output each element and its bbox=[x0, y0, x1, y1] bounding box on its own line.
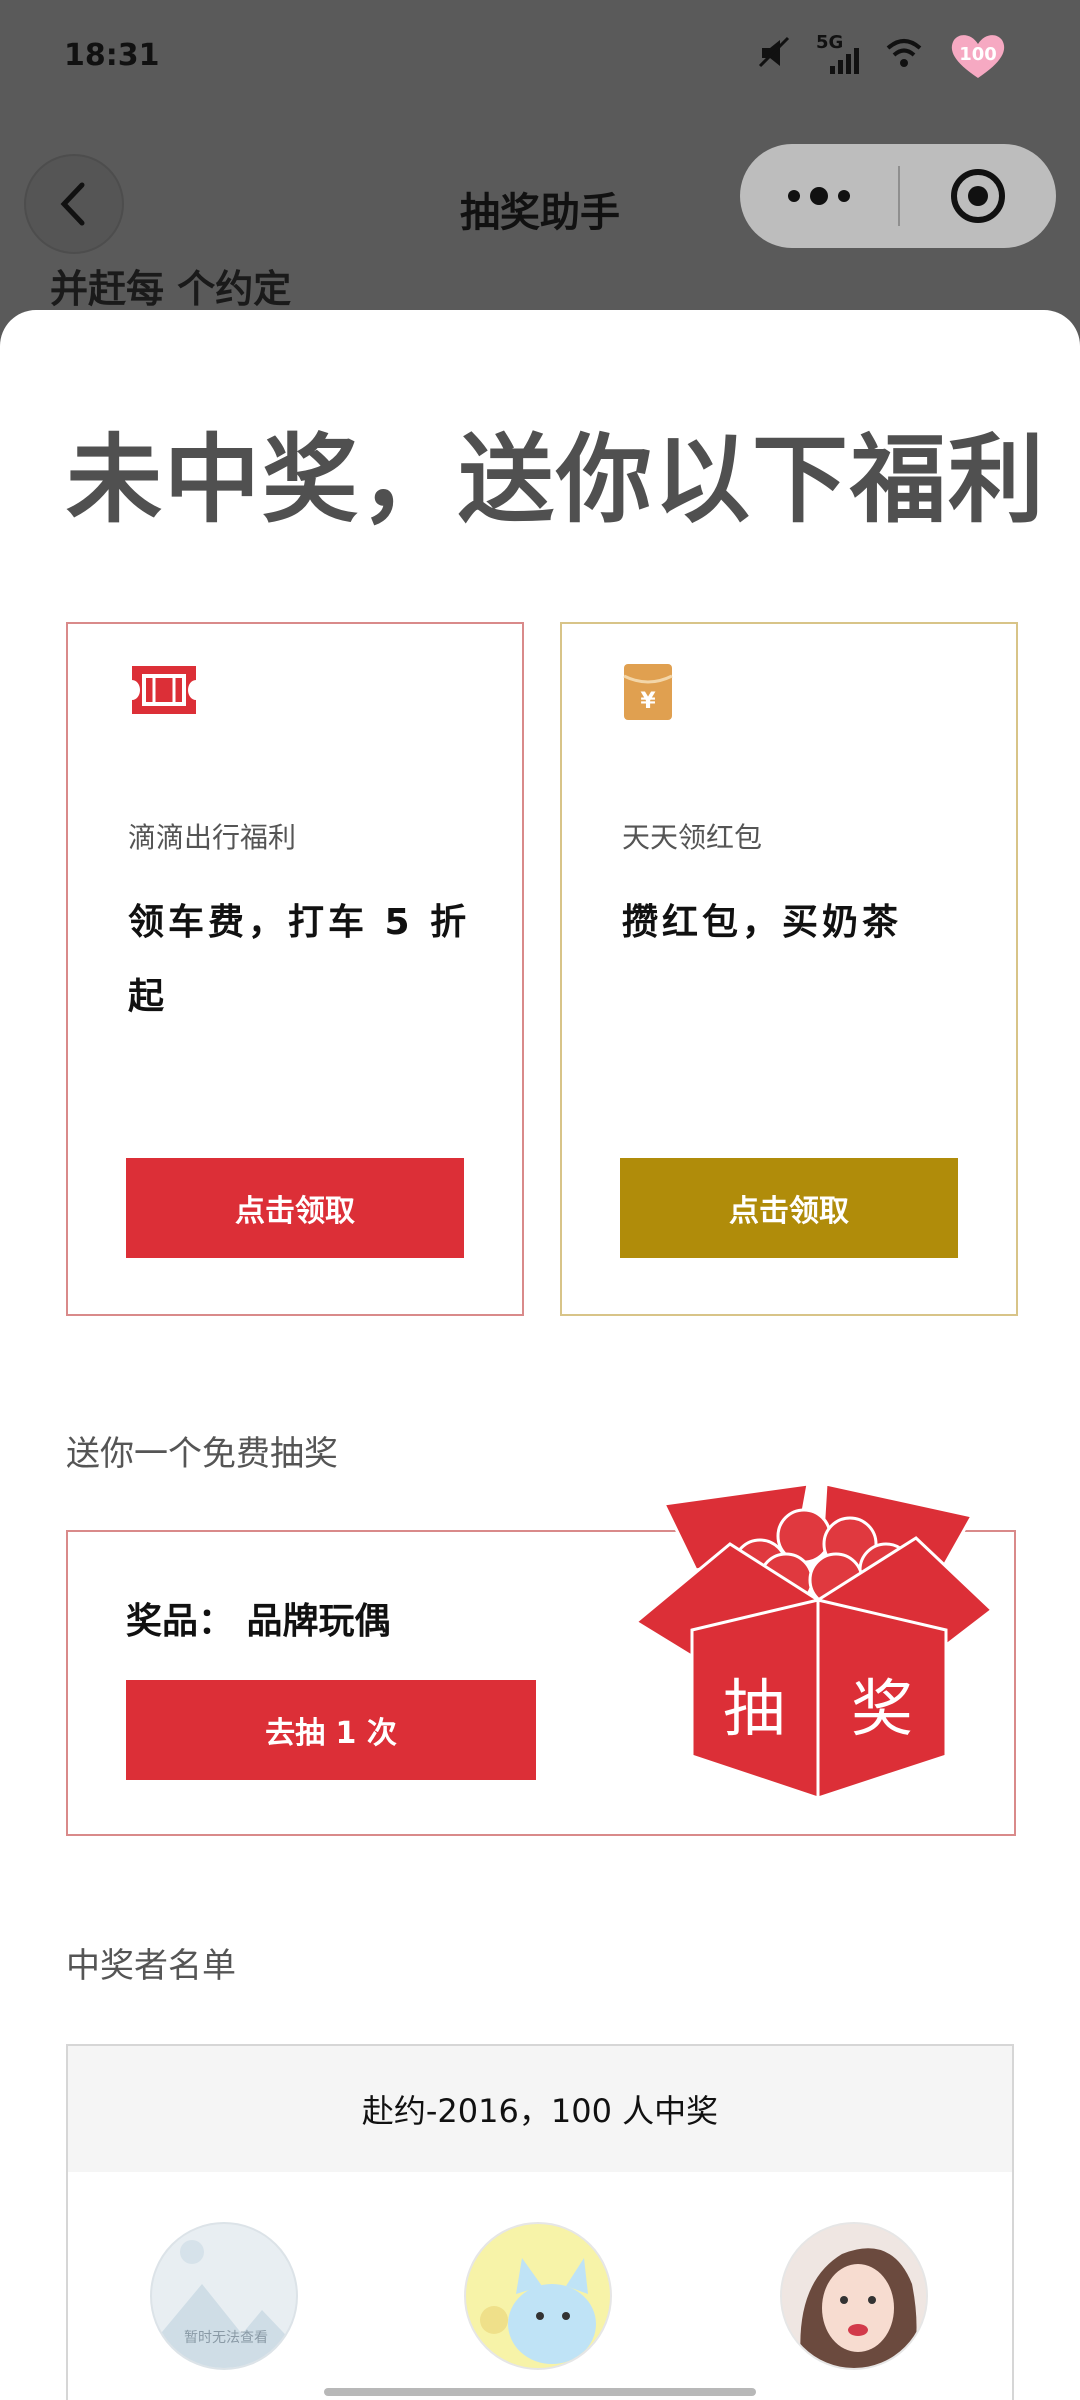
battery-icon: 100 bbox=[946, 30, 1010, 82]
winners-list-card: 赴约-2016，100 人中奖 暂时无法查看 bbox=[66, 2044, 1014, 2400]
more-button[interactable] bbox=[740, 144, 898, 248]
avatar-placeholder-text: 暂时无法查看 bbox=[184, 2330, 268, 2346]
winners-label: 中奖者名单 bbox=[66, 1946, 236, 1986]
background-peek-text: 并赶每 个约定 bbox=[50, 267, 292, 311]
claim-button[interactable]: 点击领取 bbox=[126, 1158, 464, 1258]
avatar-cat[interactable] bbox=[464, 2222, 612, 2370]
mute-icon bbox=[758, 36, 794, 77]
avatar-placeholder[interactable]: 暂时无法查看 bbox=[150, 2222, 298, 2370]
prize-text: 奖品： 品牌玩偶 bbox=[126, 1601, 391, 1642]
winners-header: 赴约-2016，100 人中奖 bbox=[68, 2046, 1012, 2172]
box-text-right: 奖 bbox=[851, 1672, 913, 1745]
home-indicator[interactable] bbox=[324, 2388, 756, 2396]
red-packet-icon: ¥ bbox=[622, 662, 674, 726]
nav-bar: 抽奖助手 bbox=[0, 120, 1080, 280]
result-sheet: 未中奖，送你以下福利 滴滴出行福利 领车费，打车 5 折起 点击领取 ¥ 天天领… bbox=[0, 310, 1080, 2400]
box-text-left: 抽 bbox=[723, 1672, 785, 1745]
card-offer-text: 攒红包，买奶茶 bbox=[622, 902, 903, 943]
close-mini-program-button[interactable] bbox=[900, 144, 1056, 248]
status-bar: 18:31 5G 100 bbox=[0, 0, 1080, 120]
claim-button[interactable]: 点击领取 bbox=[620, 1158, 958, 1258]
signal-icon: 5G bbox=[816, 32, 862, 76]
free-lottery-label: 送你一个免费抽奖 bbox=[66, 1434, 338, 1474]
card-subtitle: 滴滴出行福利 bbox=[128, 821, 297, 854]
svg-text:¥: ¥ bbox=[640, 689, 656, 714]
card-offer-text: 领车费，打车 5 折起 bbox=[128, 902, 471, 1017]
didi-welfare-card: 滴滴出行福利 领车费，打车 5 折起 点击领取 bbox=[66, 622, 524, 1316]
lottery-box-icon: 抽 奖 bbox=[633, 1480, 996, 1801]
more-dots-icon bbox=[788, 187, 850, 205]
sheet-title: 未中奖，送你以下福利 bbox=[66, 423, 1046, 536]
status-time: 18:31 bbox=[64, 38, 160, 73]
card-subtitle: 天天领红包 bbox=[622, 821, 763, 854]
avatar-girl[interactable] bbox=[780, 2222, 928, 2370]
status-icons: 5G 100 bbox=[758, 30, 1010, 82]
ticket-icon bbox=[128, 662, 200, 722]
wifi-icon bbox=[884, 36, 924, 77]
page: 18:31 5G 100 抽奖助手 并赶每 个约定 未中奖，送你以下福利 滴滴出… bbox=[0, 0, 1080, 2400]
battery-level: 100 bbox=[959, 44, 997, 65]
mini-program-capsule bbox=[740, 144, 1056, 248]
target-close-icon bbox=[951, 169, 1005, 223]
draw-once-button[interactable]: 去抽 1 次 bbox=[126, 1680, 536, 1780]
red-packet-card: ¥ 天天领红包 攒红包，买奶茶 点击领取 bbox=[560, 622, 1018, 1316]
